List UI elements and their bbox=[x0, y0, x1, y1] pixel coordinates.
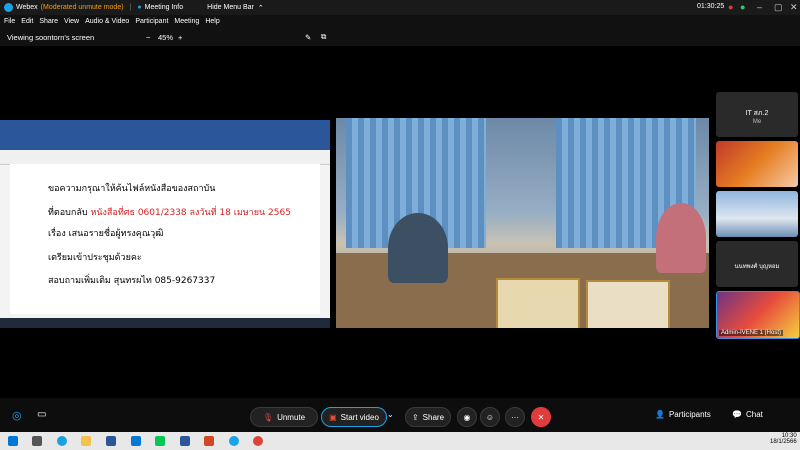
meeting-timer: 01:30:25 bbox=[697, 3, 725, 10]
close-window-button[interactable]: ✕ bbox=[790, 2, 798, 13]
emoji-icon: ☺ bbox=[485, 412, 495, 422]
powerpoint-icon[interactable] bbox=[204, 436, 214, 446]
word-toolbar bbox=[0, 150, 330, 165]
menu-help[interactable]: Help bbox=[205, 18, 219, 25]
participant-panel-video-1[interactable] bbox=[716, 141, 798, 187]
start-video-button[interactable]: ▣ Start video bbox=[321, 407, 387, 427]
view-bar: Viewing soontorn's screen − 45% + ✎ ⧉ bbox=[0, 28, 800, 46]
minimize-button[interactable]: – bbox=[757, 2, 762, 12]
webex-logo-icon bbox=[4, 3, 13, 12]
share-button[interactable]: ⇪ Share bbox=[405, 407, 451, 427]
meeting-mode: (Moderated unmute mode) bbox=[40, 4, 124, 11]
participant-sub: Me bbox=[752, 119, 762, 125]
leave-meeting-button[interactable]: ✕ bbox=[531, 407, 551, 427]
word-icon[interactable] bbox=[180, 436, 190, 446]
windows-taskbar bbox=[0, 432, 800, 450]
popout-icon[interactable]: ⧉ bbox=[321, 32, 326, 42]
separator: | bbox=[129, 4, 132, 11]
file-explorer-icon[interactable] bbox=[81, 436, 91, 446]
chat-label: Chat bbox=[745, 410, 763, 419]
word-ribbon bbox=[0, 120, 330, 150]
menu-view[interactable]: View bbox=[64, 18, 79, 25]
doc-line-3: เรื่อง เสนอรายชื่อผู้ทรงคุณวุฒิ bbox=[48, 229, 164, 239]
menu-meeting[interactable]: Meeting bbox=[174, 18, 199, 25]
system-clock: 10:30 18/1/2566 bbox=[770, 433, 797, 445]
participants-icon: 👤 bbox=[655, 410, 665, 419]
participant-name: Admin-IVENE 1 (Host) bbox=[719, 330, 784, 336]
maximize-button[interactable]: ▢ bbox=[774, 2, 783, 13]
close-icon: ✕ bbox=[537, 412, 545, 422]
viewing-title: Viewing soontorn's screen bbox=[7, 32, 95, 42]
meeting-info-button[interactable]: Meeting Info bbox=[145, 4, 184, 11]
certificate-frame bbox=[496, 278, 580, 328]
share-label: Share bbox=[422, 412, 445, 422]
security-icon: ● bbox=[740, 2, 746, 12]
menu-audio-video[interactable]: Audio & Video bbox=[85, 18, 129, 25]
title-bar: Webex (Moderated unmute mode) | ● Meetin… bbox=[0, 0, 800, 15]
video-off-icon: ▣ bbox=[329, 412, 337, 422]
chrome-icon[interactable] bbox=[253, 436, 263, 446]
muted-mic-icon: 🎙 bbox=[262, 412, 274, 422]
webex-taskbar-icon[interactable] bbox=[229, 436, 239, 446]
chevron-up-icon[interactable]: ⌃ bbox=[258, 4, 264, 12]
participant-panel-nontapong[interactable]: นนทพงศ์ บุญหอม bbox=[716, 241, 798, 287]
record-icon: ◉ bbox=[463, 412, 471, 422]
participant-panel-video-2[interactable] bbox=[716, 191, 798, 237]
recording-button[interactable]: ◉ bbox=[457, 407, 477, 427]
clock-date: 18/1/2566 bbox=[770, 439, 797, 445]
certificate-frame-2 bbox=[586, 280, 670, 328]
video-options-chevron-icon[interactable]: ⌄ bbox=[387, 410, 394, 419]
chat-button[interactable]: 💬 Chat bbox=[732, 410, 763, 419]
zoom-out-button[interactable]: − bbox=[146, 33, 150, 42]
store-icon[interactable] bbox=[106, 436, 116, 446]
recording-icon: ● bbox=[728, 2, 734, 12]
doc-line-2: ที่ตอบกลับ หนังสือที่ศธ 0601/2338 ลงวันท… bbox=[48, 205, 291, 219]
annotate-icon[interactable]: ✎ bbox=[305, 33, 311, 42]
doc-line-5: สอบถามเพิ่มเติม สุนทรผไท 085-9267337 bbox=[48, 276, 216, 286]
doc-line-1: ขอความกรุณาให้ค้นไฟล์หนังสือของสถาบัน bbox=[48, 184, 216, 194]
chat-icon: 💬 bbox=[732, 410, 742, 419]
menu-edit[interactable]: Edit bbox=[21, 18, 33, 25]
reactions-button[interactable]: ☺ bbox=[480, 407, 500, 427]
start-video-label: Start video bbox=[340, 412, 379, 422]
info-icon[interactable]: ● bbox=[137, 4, 141, 11]
menu-share[interactable]: Share bbox=[39, 18, 58, 25]
more-icon: ··· bbox=[511, 412, 519, 422]
participant-panel-self[interactable]: IT สภ.2 Me bbox=[716, 92, 798, 137]
webex-assistant-icon[interactable]: ◎ bbox=[12, 409, 22, 422]
more-options-button[interactable]: ··· bbox=[505, 407, 525, 427]
active-speaker-video bbox=[336, 118, 709, 328]
mail-icon[interactable] bbox=[131, 436, 141, 446]
participants-label: Participants bbox=[668, 410, 711, 419]
menu-bar: File Edit Share View Audio & Video Parti… bbox=[0, 15, 800, 28]
participant-woman bbox=[656, 203, 706, 273]
unmute-button[interactable]: 🎙 Unmute bbox=[250, 407, 318, 427]
participant-name: IT สภ.2 bbox=[745, 110, 769, 117]
menu-participant[interactable]: Participant bbox=[135, 18, 168, 25]
doc-line-4: เตรียมเข้าประชุมด้วยคะ bbox=[48, 253, 142, 263]
unmute-label: Unmute bbox=[277, 412, 306, 422]
app-title: Webex bbox=[16, 4, 38, 11]
windows-start-icon[interactable] bbox=[8, 436, 18, 446]
doc-line-2a: ที่ตอบกลับ bbox=[48, 208, 91, 218]
captions-icon[interactable]: ▭ bbox=[37, 409, 46, 420]
task-view-icon[interactable] bbox=[32, 436, 42, 446]
shared-word-document bbox=[0, 120, 330, 328]
participant-panel-host[interactable]: Admin-IVENE 1 (Host) bbox=[716, 291, 800, 339]
zoom-in-button[interactable]: + bbox=[178, 33, 182, 42]
menu-file[interactable]: File bbox=[4, 18, 15, 25]
share-icon: ⇪ bbox=[411, 412, 419, 422]
participants-button[interactable]: 👤 Participants bbox=[655, 410, 711, 419]
shared-taskbar bbox=[0, 318, 330, 328]
doc-line-2b: หนังสือที่ศธ 0601/2338 ลงวันที่ 18 เมษาย… bbox=[90, 208, 291, 218]
zoom-level: 45% bbox=[158, 32, 174, 42]
participant-name: นนทพงศ์ บุญหอม bbox=[734, 264, 780, 270]
line-icon[interactable] bbox=[155, 436, 165, 446]
hide-menu-bar-button[interactable]: Hide Menu Bar bbox=[207, 4, 254, 11]
edge-icon[interactable] bbox=[57, 436, 67, 446]
participant-man bbox=[388, 213, 448, 283]
